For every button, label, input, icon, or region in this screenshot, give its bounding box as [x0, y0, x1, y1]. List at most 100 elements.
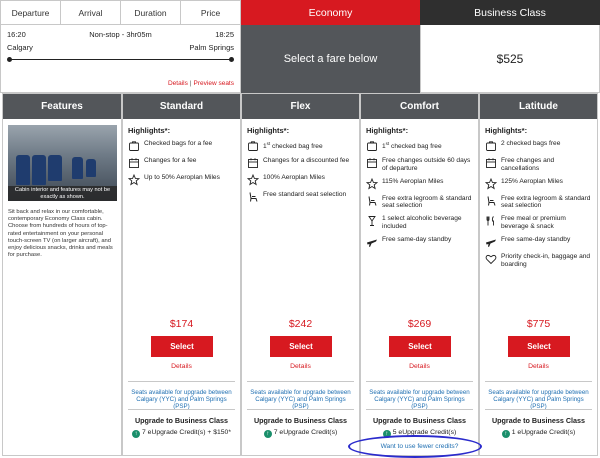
fare-comparison-grid: Features Cabin interior and features may…	[2, 93, 598, 456]
select-latitude-button[interactable]: Select	[508, 336, 570, 357]
divider	[247, 381, 354, 382]
select-comfort-button[interactable]: Select	[389, 336, 451, 357]
highlight-item: Free changes outside 60 days of departur…	[366, 157, 474, 173]
heart-icon	[485, 254, 497, 264]
sort-duration-tab[interactable]: Duration	[121, 1, 181, 24]
highlight-item: Priority check-in, baggage and boarding	[485, 253, 593, 269]
highlights-list: 1st checked bag free Changes for a disco…	[247, 140, 355, 208]
business-class-price[interactable]: $525	[420, 25, 600, 93]
upgrade-availability-link[interactable]: Seats available for upgrade between Calg…	[128, 389, 235, 411]
calendar-icon	[129, 158, 139, 168]
flight-summary: 16:20 Non-stop - 3hr05m 18:25 Calgary Pa…	[0, 25, 241, 93]
fare-header-latitude: Latitude	[480, 94, 597, 119]
flight-duration: Non-stop - 3hr05m	[89, 30, 152, 39]
cabin-tab-economy[interactable]: Economy	[241, 0, 420, 25]
upgrade-availability-link[interactable]: Seats available for upgrade between Calg…	[366, 389, 473, 411]
upgrade-title: Upgrade to Business Class	[372, 416, 467, 425]
upgrade-arrow-icon: ↑	[501, 430, 510, 438]
sort-tabs: Departure Arrival Duration Price	[0, 0, 241, 25]
fare-details-link[interactable]: Details	[123, 363, 240, 370]
destination-dot	[229, 57, 234, 62]
fare-header-comfort: Comfort	[361, 94, 478, 119]
upgrade-arrow-icon: ↑	[263, 430, 272, 438]
origin-dot	[7, 57, 12, 62]
upgrade-credits: ↑ 7 eUpgrade Credit(s) + $150*	[123, 429, 240, 438]
seat-icon	[487, 196, 496, 206]
highlights-label: Highlights*:	[247, 126, 290, 135]
highlight-item: Free same-day standby	[485, 236, 593, 248]
sort-departure-tab[interactable]: Departure	[1, 1, 61, 24]
divider	[485, 381, 592, 382]
fare-column-flex: Flex Highlights*: 1st checked bag free C…	[241, 93, 360, 456]
sort-arrival-tab[interactable]: Arrival	[61, 1, 121, 24]
baggage-icon	[486, 141, 496, 151]
upgrade-title: Upgrade to Business Class	[134, 416, 229, 425]
highlight-item: Changes for a fee	[128, 157, 236, 169]
plane-icon	[367, 239, 377, 247]
cabin-photo-caption: Cabin interior and features may not be e…	[8, 186, 117, 201]
highlight-item: 1st checked bag free	[366, 140, 474, 152]
cutlery-icon	[486, 216, 494, 226]
divider	[485, 409, 592, 410]
select-fare-prompt: Select a fare below	[241, 25, 420, 93]
highlights-label: Highlights*:	[366, 126, 409, 135]
calendar-icon	[248, 158, 258, 168]
upgrade-title: Upgrade to Business Class	[491, 416, 586, 425]
features-header: Features	[3, 94, 121, 119]
highlight-item: 1 select alcoholic beverage included	[366, 215, 474, 231]
divider	[366, 381, 473, 382]
cabin-tab-business[interactable]: Business Class	[420, 0, 600, 25]
divider	[128, 381, 235, 382]
fare-details-link[interactable]: Details	[242, 363, 359, 370]
cabin-description: Sit back and relax in our comfortable, c…	[8, 209, 113, 259]
upgrade-credits: ↑ 1 eUpgrade Credit(s)	[480, 429, 597, 438]
divider	[247, 409, 354, 410]
upgrade-title: Upgrade to Business Class	[253, 416, 348, 425]
upgrade-arrow-icon: ↑	[132, 430, 140, 438]
highlight-item: Free same-day standby	[366, 236, 474, 248]
arrival-time: 18:25	[215, 30, 234, 39]
seat-icon	[368, 196, 377, 206]
highlight-item: 125% Aeroplan Miles	[485, 177, 593, 190]
highlight-annotation-oval	[348, 435, 482, 458]
fare-price: $174	[169, 318, 194, 330]
highlight-item: Free extra legroom & standard seat selec…	[485, 195, 593, 211]
top-bar: Departure Arrival Duration Price Economy…	[0, 0, 600, 25]
upgrade-availability-link[interactable]: Seats available for upgrade between Calg…	[247, 389, 354, 411]
star-icon	[485, 177, 497, 190]
flight-details-link[interactable]: Details	[168, 80, 188, 87]
highlight-item: Free meal or premium beverage & snack	[485, 215, 593, 231]
fare-price: $775	[526, 318, 551, 330]
highlight-item: 2 checked bags free	[485, 140, 593, 152]
fare-price: $269	[407, 318, 432, 330]
highlights-list: 2 checked bags free Free changes and can…	[485, 140, 593, 273]
upgrade-credits: ↑ 7 eUpgrade Credit(s)	[242, 429, 359, 438]
sort-price-tab[interactable]: Price	[181, 1, 240, 24]
plane-icon	[486, 239, 496, 247]
glass-icon	[368, 216, 376, 227]
highlight-item: Changes for a discounted fee	[247, 157, 355, 169]
star-icon	[366, 177, 378, 190]
upgrade-availability-link[interactable]: Seats available for upgrade between Calg…	[485, 389, 592, 411]
fare-price: $242	[288, 318, 313, 330]
destination-city: Palm Springs	[189, 43, 234, 52]
star-icon	[247, 174, 259, 186]
fare-header-standard: Standard	[123, 94, 240, 119]
fare-column-comfort: Comfort Highlights*: 1st checked bag fre…	[360, 93, 479, 456]
select-standard-button[interactable]: Select	[151, 336, 213, 357]
select-flex-button[interactable]: Select	[270, 336, 332, 357]
star-icon	[128, 174, 140, 186]
fare-header-flex: Flex	[242, 94, 359, 119]
baggage-icon	[129, 141, 139, 151]
preview-seats-link[interactable]: Preview seats	[194, 80, 234, 87]
highlight-item: 115% Aeroplan Miles	[366, 177, 474, 190]
fare-details-link[interactable]: Details	[361, 363, 478, 370]
highlights-list: 1st checked bag free Free changes outsid…	[366, 140, 474, 253]
fare-details-link[interactable]: Details	[480, 363, 597, 370]
highlight-item: Checked bags for a fee	[128, 140, 236, 152]
highlights-label: Highlights*:	[128, 126, 171, 135]
highlight-item: Up to 50% Aeroplan Miles	[128, 174, 236, 186]
divider	[366, 409, 473, 410]
cabin-photo: Cabin interior and features may not be e…	[8, 125, 117, 201]
highlights-list: Checked bags for a fee Changes for a fee…	[128, 140, 236, 191]
